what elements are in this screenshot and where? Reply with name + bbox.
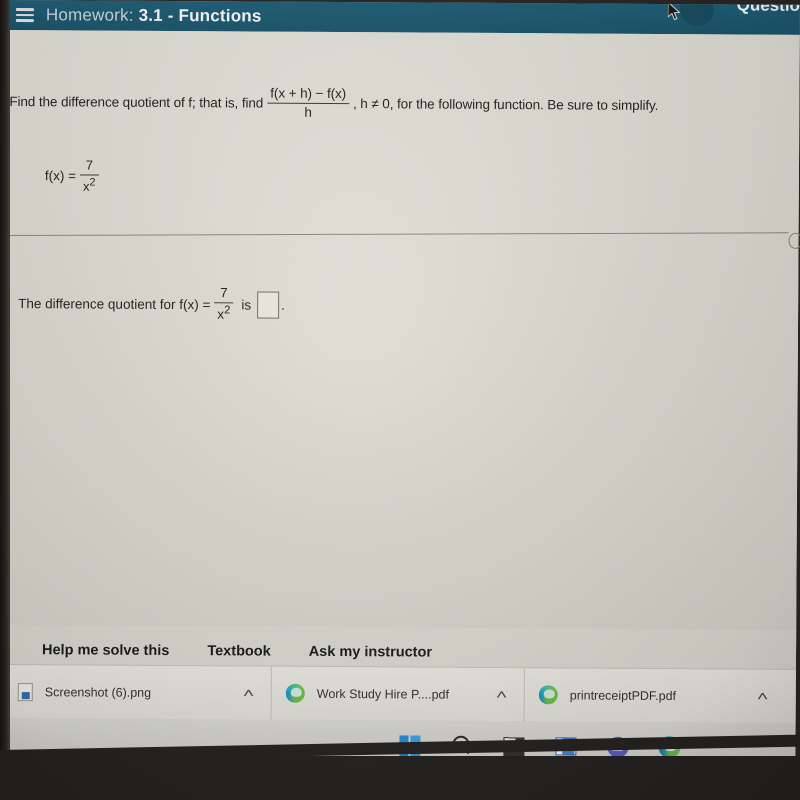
fraction-numerator: f(x + h) − f(x): [270, 85, 347, 102]
monitor-bezel-bottom: [0, 756, 800, 800]
function-denominator: x2: [82, 176, 96, 194]
download-shelf: Screenshot (6).png ˄ Work Study Hire P..…: [3, 663, 796, 724]
divider-line: [8, 232, 789, 237]
ask-my-instructor-link[interactable]: Ask my instructor: [309, 644, 432, 661]
question-prompt: Find the difference quotient of f; that …: [9, 85, 787, 123]
image-file-icon: [17, 682, 33, 701]
answer-input-box[interactable]: [257, 291, 280, 319]
download-item[interactable]: printreceiptPDF.pdf ˄: [525, 668, 785, 724]
download-file-name: Work Study Hire P....pdf: [316, 686, 450, 702]
page-title-prefix: Homework:: [45, 5, 134, 25]
screen-content: Homework: 3.1 - Functions Questio Find t…: [3, 0, 800, 773]
help-me-solve-this-link[interactable]: Help me solve this: [42, 642, 169, 659]
function-definition: f(x) = 7 x2: [44, 157, 103, 194]
prompt-text-lead: Find the difference quotient of f; that …: [9, 94, 264, 111]
chevron-up-icon[interactable]: ˄: [484, 687, 519, 702]
answer-period: .: [281, 297, 285, 313]
hamburger-menu-icon[interactable]: [12, 8, 38, 22]
function-label: f(x) =: [44, 168, 77, 184]
mouse-pointer-icon: [667, 2, 681, 21]
monitor-photo: Homework: 3.1 - Functions Questio Find t…: [0, 0, 800, 800]
question-body: Find the difference quotient of f; that …: [3, 29, 800, 680]
function-fraction: 7 x2: [80, 157, 99, 194]
answer-numerator: 7: [220, 285, 228, 301]
chevron-up-icon[interactable]: ˄: [231, 685, 266, 700]
edge-browser-icon: [285, 683, 305, 703]
function-numerator: 7: [85, 157, 94, 173]
divider-endcap-circle: [788, 232, 800, 249]
download-file-name: Screenshot (6).png: [44, 684, 152, 700]
answer-prefix: The difference quotient for f(x) =: [18, 295, 211, 312]
answer-is-word: is: [241, 296, 252, 313]
answer-fraction-bar: [214, 302, 234, 304]
function-fraction-bar: [80, 174, 99, 176]
textbook-link[interactable]: Textbook: [207, 643, 270, 659]
download-item[interactable]: Screenshot (6).png ˄: [3, 664, 272, 721]
monitor-bezel-left: [0, 0, 10, 760]
edge-browser-icon: [538, 685, 558, 705]
answer-denominator: x2: [217, 304, 231, 323]
section-divider: [8, 232, 800, 249]
answer-exponent: 2: [224, 304, 231, 317]
answer-function-fraction: 7 x2: [214, 285, 234, 323]
header-avatar-circle[interactable]: [679, 0, 715, 27]
prompt-text-tail: , h ≠ 0, for the following function. Be …: [352, 96, 659, 114]
function-exponent: 2: [89, 176, 96, 189]
page-title: Homework: 3.1 - Functions: [46, 5, 262, 26]
question-help-label[interactable]: Questio: [737, 0, 800, 16]
app-header: Homework: 3.1 - Functions Questio: [7, 0, 800, 35]
download-item[interactable]: Work Study Hire P....pdf ˄: [271, 666, 525, 722]
fraction-denominator: h: [304, 105, 312, 121]
download-file-name: printreceiptPDF.pdf: [569, 687, 677, 703]
fraction-bar: [267, 102, 350, 105]
chevron-up-icon[interactable]: ˄: [745, 689, 780, 704]
page-title-main: 3.1 - Functions: [138, 5, 262, 26]
answer-statement: The difference quotient for f(x) = 7 x2 …: [18, 285, 285, 323]
difference-quotient-fraction: f(x + h) − f(x) h: [267, 85, 350, 121]
